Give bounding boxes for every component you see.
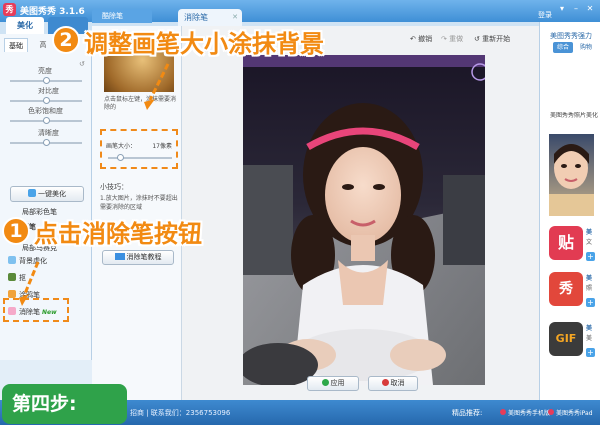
callout-1-number: 1 — [2, 217, 30, 245]
right-panel-title: 美图秀秀强力 — [550, 32, 592, 40]
reset-icon[interactable]: ↺ — [79, 60, 87, 68]
right-panel-desc: 美图秀秀照片美化 — [550, 112, 599, 119]
one-click-label: 一键美化 — [38, 190, 66, 198]
promo-sub: 照 — [586, 285, 593, 292]
promo-gif-app[interactable]: GIF — [549, 322, 583, 356]
status-link-label: 美图秀秀手机版 — [508, 410, 551, 417]
callout-2-text: 调整画笔大小涂抹背景 — [84, 30, 324, 58]
video-icon — [114, 253, 125, 260]
check-icon — [321, 379, 329, 386]
callout-1-text: 点击消除笔按钮 — [34, 220, 202, 248]
brush-size-slider[interactable] — [108, 154, 172, 161]
restart-label: 重新开始 — [482, 35, 511, 43]
apply-button[interactable]: 应用 — [307, 376, 359, 391]
tips-title: 小技巧： — [100, 183, 128, 191]
promo-label: 美 — [586, 325, 593, 332]
app-title: 美图秀秀 3.1.6 — [20, 7, 85, 17]
add-icon[interactable]: + — [586, 298, 595, 307]
cancel-button[interactable]: 取消 — [368, 376, 418, 391]
tab-document[interactable]: 酷除笔 — [92, 9, 152, 23]
add-icon[interactable]: + — [586, 252, 595, 261]
brush-size-label: 画笔大小： — [106, 143, 137, 150]
slider-contrast[interactable] — [10, 97, 82, 104]
slider-knob[interactable] — [42, 97, 50, 104]
redo-button[interactable]: ↷ 重做 — [441, 34, 463, 44]
photo-canvas[interactable] — [243, 55, 485, 385]
login-link[interactable]: 登录 — [538, 10, 552, 20]
eraser-hint: 点击鼠标左键，涂抹需要消除的 — [104, 96, 177, 111]
slider-knob[interactable] — [42, 117, 50, 124]
tips-body: 1.放大图片，涂抹时不要超出需要消除的区域 — [100, 195, 178, 211]
eraser-highlight-box — [3, 298, 69, 322]
restart-button[interactable]: ↺ 重新开始 — [474, 34, 510, 44]
undo-label: 撤销 — [418, 35, 433, 43]
brush-size-knob[interactable] — [116, 154, 124, 161]
slider-saturation[interactable] — [10, 117, 82, 124]
cutout-icon — [8, 273, 16, 281]
apply-label: 应用 — [330, 379, 345, 387]
step-label: 第四步: — [2, 384, 127, 424]
promo-label: 美 — [586, 229, 593, 236]
promo-face-photo[interactable] — [549, 134, 594, 216]
slider-brightness[interactable] — [10, 77, 82, 84]
one-click-beautify-button[interactable]: 一键美化 — [10, 186, 84, 202]
subtab-basic[interactable]: 基础 — [4, 38, 28, 52]
callout-2-number: 2 — [52, 26, 80, 54]
undo-button[interactable]: ↶ 撤销 — [410, 34, 432, 44]
tab-beautify[interactable]: 美化 — [6, 17, 44, 34]
brush-item-blur[interactable]: 背景虚化 — [8, 255, 90, 268]
promo-sticker-app[interactable]: 贴 — [549, 226, 583, 260]
app-logo-icon: 秀 — [3, 3, 16, 16]
brush-size-value: 17像素 — [152, 143, 172, 150]
slider-label-sharpness: 清晰度 — [38, 129, 59, 137]
slider-knob[interactable] — [42, 139, 50, 146]
status-link-mobile[interactable]: 美图秀秀手机版 — [500, 408, 550, 417]
promo-sub: 美 — [586, 335, 593, 342]
tab-eraser-label: 消除笔 — [184, 13, 208, 22]
status-contact[interactable]: 招商 | 联系我们：2356753096 — [130, 408, 230, 418]
right-panel: 美图秀秀强力 综合 购物 美图秀秀照片美化 贴 美 文 + 秀 美 照 + GI… — [539, 22, 600, 400]
portrait-photo — [243, 55, 485, 385]
minimize-icon[interactable]: – — [570, 4, 582, 14]
face-thumbnail — [549, 144, 594, 216]
tutorial-label: 消除笔教程 — [126, 253, 162, 261]
slider-label-saturation: 色彩饱和度 — [28, 107, 63, 115]
title-bar: 秀 美图秀秀 3.1.6 登录 ▾ – ✕ — [0, 0, 600, 22]
magic-icon — [28, 189, 36, 197]
brush-item-cutout[interactable]: 抠 — [8, 272, 90, 285]
status-recommend: 精品推荐: — [452, 409, 483, 417]
right-tab-shop[interactable]: 购物 — [576, 42, 596, 53]
cancel-icon — [381, 379, 389, 386]
brush-size-control: 画笔大小： 17像素 — [100, 129, 178, 169]
slider-sharpness[interactable] — [10, 139, 82, 146]
app-dot-icon — [500, 409, 506, 415]
slider-label-brightness: 亮度 — [38, 67, 52, 75]
eraser-tutorial-button[interactable]: 消除笔教程 — [102, 250, 174, 265]
app-dot-icon — [548, 409, 554, 415]
right-tab-all[interactable]: 综合 — [553, 42, 573, 53]
brush-item-label: 抠 — [19, 274, 26, 282]
canvas-area: ↶ 撤销 ↷ 重做 ↺ 重新开始 应用 取消 — [182, 26, 539, 400]
brush-item-label: 背景虚化 — [19, 257, 47, 265]
close-icon[interactable]: ✕ — [584, 4, 596, 14]
add-icon[interactable]: + — [586, 348, 595, 357]
eraser-panel: 点击鼠标左键，涂抹需要消除的 画笔大小： 17像素 小技巧： 1.放大图片，涂抹… — [92, 26, 182, 400]
promo-show-app[interactable]: 秀 — [549, 272, 583, 306]
redo-label: 重做 — [449, 35, 464, 43]
blur-icon — [8, 256, 16, 264]
promo-label: 美 — [586, 275, 593, 282]
status-link-ipad[interactable]: 美图秀秀iPad — [548, 408, 593, 417]
status-link-label: 美图秀秀iPad — [556, 410, 593, 417]
cancel-label: 取消 — [390, 379, 405, 387]
promo-sub: 文 — [586, 239, 593, 246]
menu-icon[interactable]: ▾ — [556, 4, 568, 14]
pencil-icon — [8, 290, 16, 298]
slider-knob[interactable] — [42, 77, 50, 84]
slider-label-contrast: 对比度 — [38, 87, 59, 95]
